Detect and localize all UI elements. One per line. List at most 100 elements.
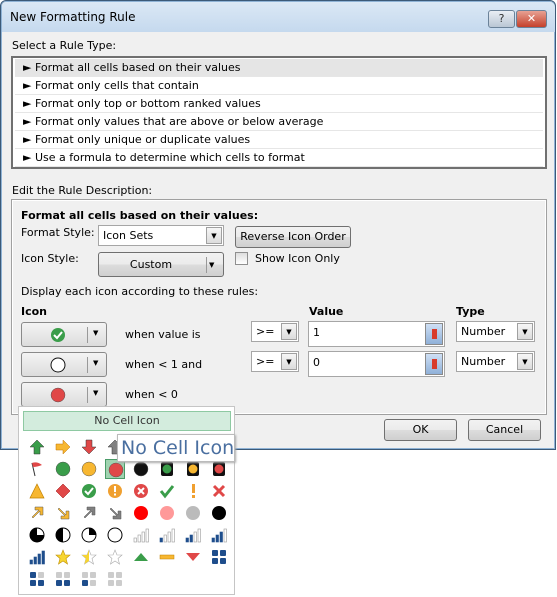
black-circle-icon[interactable] bbox=[131, 459, 151, 479]
chevron-down-icon[interactable]: ▼ bbox=[281, 353, 297, 370]
traffic-green-icon[interactable] bbox=[157, 459, 177, 479]
rule-type-item[interactable]: ► Format all cells based on their values bbox=[15, 59, 543, 77]
icon-select-button[interactable]: ▼ bbox=[21, 352, 107, 377]
no-cell-icon-option[interactable]: No Cell Icon bbox=[23, 411, 231, 431]
rule-type-item[interactable]: ► Format only top or bottom ranked value… bbox=[15, 95, 543, 113]
type-column-header: Type bbox=[456, 305, 485, 318]
signal-2-icon[interactable] bbox=[183, 525, 203, 545]
green-check-circle-icon bbox=[50, 327, 66, 346]
white-circle-icon bbox=[50, 357, 66, 376]
chevron-down-icon[interactable]: ▼ bbox=[517, 353, 533, 370]
icon-select-button[interactable]: ▼ bbox=[21, 382, 107, 407]
chevron-down-icon[interactable]: ▼ bbox=[281, 323, 297, 340]
boxes-0-icon[interactable] bbox=[105, 569, 125, 589]
value-input[interactable]: 1 bbox=[308, 321, 445, 347]
star-half-icon[interactable] bbox=[79, 547, 99, 567]
gray-down-right-arrow-icon[interactable] bbox=[105, 503, 125, 523]
help-button[interactable]: ? bbox=[488, 10, 515, 28]
black-ball-icon[interactable] bbox=[209, 503, 229, 523]
green-triangle-up-icon[interactable] bbox=[131, 547, 151, 567]
format-style-select[interactable]: Icon Sets ▼ bbox=[98, 225, 224, 246]
value-text: 1 bbox=[313, 326, 320, 339]
rule-type-item[interactable]: ► Format only values that are above or b… bbox=[15, 113, 543, 131]
format-style-label: Format Style: bbox=[21, 226, 95, 239]
type-value: Number bbox=[461, 355, 506, 368]
range-selector-icon[interactable] bbox=[425, 353, 443, 375]
dialog: New Formatting Rule ? ✕ Select a Rule Ty… bbox=[0, 0, 556, 450]
yellow-dash-icon[interactable] bbox=[157, 547, 177, 567]
rule-type-item[interactable]: ► Format only unique or duplicate values bbox=[15, 131, 543, 149]
reverse-icon-order-button[interactable]: Reverse Icon Order bbox=[235, 226, 351, 248]
pie-3-icon[interactable] bbox=[27, 525, 47, 545]
red-triangle-down-icon[interactable] bbox=[183, 547, 203, 567]
close-button[interactable]: ✕ bbox=[516, 10, 547, 28]
pie-1-icon[interactable] bbox=[79, 525, 99, 545]
show-icon-only-checkbox[interactable] bbox=[235, 252, 248, 265]
pink-ball-icon[interactable] bbox=[157, 503, 177, 523]
yellow-circle-icon[interactable] bbox=[79, 459, 99, 479]
chevron-down-icon: ▼ bbox=[209, 261, 215, 269]
red-x-circle-icon[interactable] bbox=[131, 481, 151, 501]
type-select[interactable]: Number ▼ bbox=[456, 321, 535, 342]
yellow-down-right-arrow-icon[interactable] bbox=[53, 503, 73, 523]
red-down-arrow-icon[interactable] bbox=[79, 437, 99, 457]
operator-value: >= bbox=[256, 325, 275, 338]
icon-style-select[interactable]: Custom ▼ bbox=[98, 252, 224, 277]
red-circle-icon[interactable] bbox=[105, 459, 125, 479]
tooltip: No Cell Icon bbox=[117, 434, 235, 462]
chevron-down-icon[interactable]: ▼ bbox=[517, 323, 533, 340]
operator-select[interactable]: >= ▼ bbox=[251, 351, 299, 372]
rule-type-item[interactable]: ► Format only cells that contain bbox=[15, 77, 543, 95]
icon-select-button[interactable]: ▼ bbox=[21, 322, 107, 347]
red-ball-icon[interactable] bbox=[131, 503, 151, 523]
green-check-icon[interactable] bbox=[157, 481, 177, 501]
operator-select[interactable]: >= ▼ bbox=[251, 321, 299, 342]
cancel-button[interactable]: Cancel bbox=[468, 419, 541, 441]
gray-up-right-arrow-icon[interactable] bbox=[79, 503, 99, 523]
type-select[interactable]: Number ▼ bbox=[456, 351, 535, 372]
signal-0-icon[interactable] bbox=[131, 525, 151, 545]
rule-condition-text: when value is bbox=[125, 328, 201, 341]
gray-ball-icon[interactable] bbox=[183, 503, 203, 523]
title-bar: New Formatting Rule ? ✕ bbox=[2, 2, 555, 32]
chevron-down-icon[interactable]: ▼ bbox=[206, 227, 222, 244]
value-input[interactable]: 0 bbox=[308, 351, 445, 377]
range-selector-icon[interactable] bbox=[425, 323, 443, 345]
yellow-triangle-icon[interactable] bbox=[27, 481, 47, 501]
signal-1-icon[interactable] bbox=[157, 525, 177, 545]
boxes-1-icon[interactable] bbox=[79, 569, 99, 589]
green-up-arrow-icon[interactable] bbox=[27, 437, 47, 457]
pie-0-icon[interactable] bbox=[105, 525, 125, 545]
traffic-red-icon[interactable] bbox=[209, 459, 229, 479]
yellow-exclaim-icon[interactable] bbox=[183, 481, 203, 501]
pie-2-icon[interactable] bbox=[53, 525, 73, 545]
chevron-down-icon: ▼ bbox=[93, 389, 99, 397]
boxes-2-icon[interactable] bbox=[53, 569, 73, 589]
green-check-circle-icon[interactable] bbox=[79, 481, 99, 501]
rule-type-list[interactable]: ► Format all cells based on their values… bbox=[11, 56, 547, 169]
rule-condition-text: when < 1 and bbox=[125, 358, 203, 371]
dialog-title: New Formatting Rule bbox=[10, 10, 136, 24]
traffic-yellow-icon[interactable] bbox=[183, 459, 203, 479]
rule-type-item[interactable]: ► Use a formula to determine which cells… bbox=[15, 149, 543, 167]
ok-button[interactable]: OK bbox=[384, 419, 457, 441]
boxes-3-icon[interactable] bbox=[27, 569, 47, 589]
red-diamond-icon[interactable] bbox=[53, 481, 73, 501]
signal-4-icon[interactable] bbox=[27, 547, 47, 567]
value-column-header: Value bbox=[309, 305, 344, 318]
green-circle-icon[interactable] bbox=[53, 459, 73, 479]
rule-condition-text: when < 0 bbox=[125, 388, 178, 401]
red-flag-icon[interactable] bbox=[27, 459, 47, 479]
star-empty-icon[interactable] bbox=[105, 547, 125, 567]
star-full-icon[interactable] bbox=[53, 547, 73, 567]
signal-3-icon[interactable] bbox=[209, 525, 229, 545]
yellow-up-right-arrow-icon[interactable] bbox=[27, 503, 47, 523]
icon-column-header: Icon bbox=[21, 305, 48, 318]
display-rules-label: Display each icon according to these rul… bbox=[21, 285, 259, 298]
chevron-down-icon: ▼ bbox=[93, 359, 99, 367]
red-x-icon[interactable] bbox=[209, 481, 229, 501]
yellow-exclaim-circle-icon[interactable] bbox=[105, 481, 125, 501]
yellow-right-arrow-icon[interactable] bbox=[53, 437, 73, 457]
format-style-value: Icon Sets bbox=[103, 229, 154, 242]
boxes-4-icon[interactable] bbox=[209, 547, 229, 567]
